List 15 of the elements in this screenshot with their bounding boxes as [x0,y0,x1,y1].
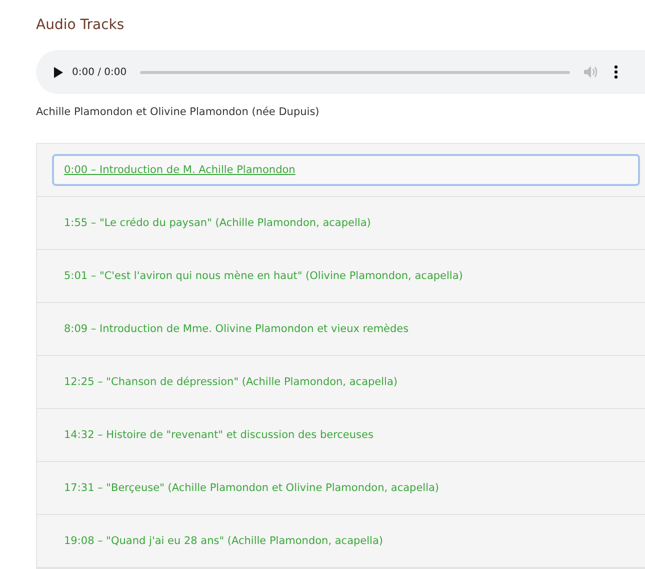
track-link[interactable]: 5:01 – "C'est l'aviron qui nous mène en haut" (Olivine Plamondon, acapella) [52,260,640,292]
track-link[interactable]: 14:32 – Histoire de "revenant" et discussion des berceuses [52,419,640,451]
recording-caption: Achille Plamondon et Olivine Plamondon (née Dupuis) [36,106,320,118]
track-link[interactable]: 0:00 – Introduction de M. Achille Plamondon [52,154,640,186]
track-link[interactable]: 12:25 – "Chanson de dépression" (Achille Plamondon, acapella) [52,366,640,398]
audio-player[interactable]: 0:00 / 0:00 [36,50,645,94]
track-link[interactable]: 17:31 – "Berçeuse" (Achille Plamondon et Olivine Plamondon, acapella) [52,472,640,504]
track-link[interactable]: 8:09 – Introduction de Mme. Olivine Plamondon et vieux remèdes [52,313,640,345]
track-link[interactable]: 19:08 – "Quand j'ai eu 28 ans" (Achille Plamondon, acapella) [52,525,640,557]
play-icon[interactable] [54,66,63,78]
time-display: 0:00 / 0:00 [72,66,127,78]
track-link[interactable]: 1:55 – "Le crédo du paysan" (Achille Plamondon, acapella) [52,207,640,239]
progress-track[interactable] [140,70,570,74]
section-heading: Audio Tracks [36,16,126,35]
more-options-icon[interactable] [614,65,618,79]
